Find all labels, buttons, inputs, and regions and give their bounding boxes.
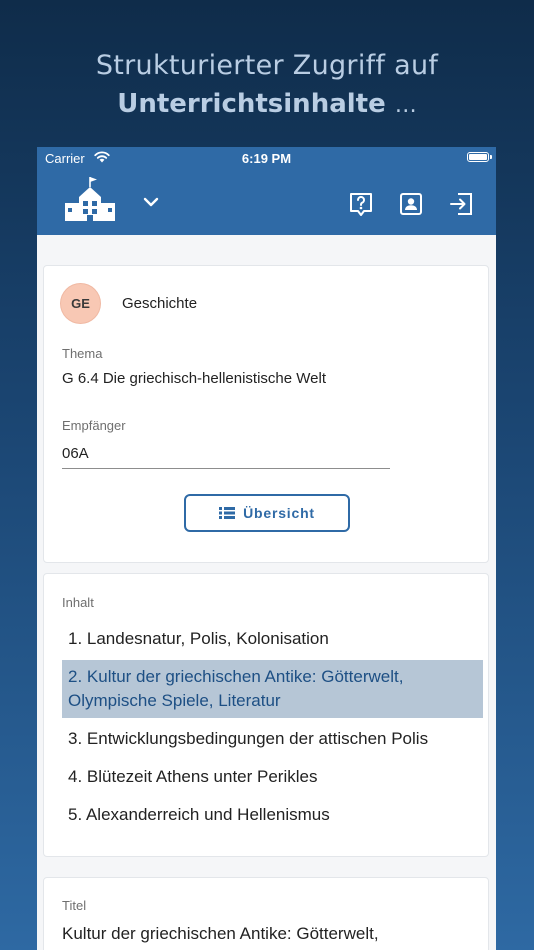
outline-item-selected[interactable]: 2. Kultur der griechischen Antike: Götte…: [62, 660, 483, 718]
status-time: 6:19 PM: [241, 151, 292, 166]
device-screen: Carrier 6:19 PM GE Geschichte Thema G 6.…: [37, 147, 496, 950]
ubersicht-button[interactable]: Übersicht: [184, 494, 350, 532]
chevron-down-icon[interactable]: [142, 195, 160, 209]
battery-icon: [467, 152, 492, 162]
promo-headline: Strukturierter Zugriff auf Unterrichtsin…: [0, 47, 534, 125]
content-outline-list: 1. Landesnatur, Polis, Kolonisation 2. K…: [62, 622, 483, 836]
content-area: GE Geschichte Thema G 6.4 Die griechisch…: [37, 235, 496, 950]
ubersicht-label: Übersicht: [243, 505, 315, 521]
promo-headline-ellipsis: …: [394, 93, 417, 118]
empfaenger-field[interactable]: 06A: [62, 445, 89, 462]
promo-headline-line1: Strukturierter Zugriff auf: [95, 50, 439, 81]
promo-headline-line2: Unterrichtsinhalte …: [0, 85, 534, 125]
empfaenger-label: Empfänger: [62, 418, 126, 433]
help-icon[interactable]: [348, 191, 374, 217]
promo-headline-bold: Unterrichtsinhalte: [117, 89, 386, 119]
titel-label: Titel: [62, 898, 87, 913]
empfaenger-underline: [62, 468, 390, 469]
content-outline-card: Inhalt 1. Landesnatur, Polis, Kolonisati…: [43, 573, 489, 857]
subject-avatar: GE: [61, 284, 100, 323]
outline-item[interactable]: 1. Landesnatur, Polis, Kolonisation: [62, 622, 483, 656]
list-icon: [219, 507, 236, 519]
titel-value[interactable]: Kultur der griechischen Antike: Götterwe…: [62, 922, 462, 950]
subject-name: Geschichte: [122, 295, 198, 312]
status-bar: Carrier 6:19 PM: [37, 147, 496, 169]
thema-value: G 6.4 Die griechisch-hellenistische Welt: [62, 370, 327, 387]
inhalt-label: Inhalt: [62, 595, 94, 610]
title-card: Titel Kultur der griechischen Antike: Gö…: [43, 877, 489, 950]
app-toolbar: [37, 169, 496, 235]
contact-card-icon[interactable]: [398, 191, 424, 217]
outline-item[interactable]: 5. Alexanderreich und Hellenismus: [62, 798, 483, 832]
outline-item[interactable]: 4. Blütezeit Athens unter Perikles: [62, 760, 483, 794]
thema-label: Thema: [62, 346, 103, 361]
logout-icon[interactable]: [448, 191, 474, 217]
lesson-card: GE Geschichte Thema G 6.4 Die griechisch…: [43, 265, 489, 563]
outline-item[interactable]: 3. Entwicklungsbedingungen der attischen…: [62, 722, 483, 756]
school-icon[interactable]: [63, 175, 117, 223]
